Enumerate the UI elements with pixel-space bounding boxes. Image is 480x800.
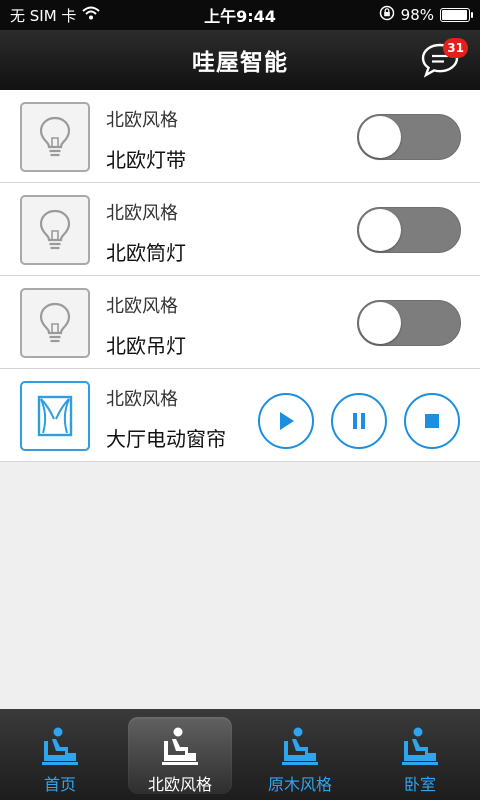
battery-fill xyxy=(442,10,468,20)
toggle-knob xyxy=(359,302,401,344)
tab-label: 原木风格 xyxy=(267,775,332,794)
wifi-icon xyxy=(82,6,101,24)
device-style: 北欧风格 xyxy=(106,296,178,317)
toggle-knob xyxy=(359,116,401,158)
toggle-knob xyxy=(359,209,401,251)
curtain-stop-button[interactable] xyxy=(404,393,460,449)
lightbulb-icon xyxy=(20,102,90,172)
power-toggle[interactable] xyxy=(357,114,461,160)
carrier-label: 无 SIM 卡 xyxy=(10,6,77,25)
tab-bedroom[interactable]: 卧室 xyxy=(360,709,480,800)
lightbulb-icon xyxy=(20,195,90,265)
chair-icon xyxy=(282,727,318,765)
app-header: 哇屋智能 31 xyxy=(0,30,480,90)
curtain-icon xyxy=(20,381,90,451)
tab-label: 卧室 xyxy=(403,775,436,794)
device-row: 北欧风格 北欧灯带 xyxy=(0,90,480,183)
messages-button[interactable]: 31 xyxy=(420,38,468,78)
chair-icon xyxy=(162,727,198,765)
tab-label: 首页 xyxy=(43,775,76,794)
curtain-pause-button[interactable] xyxy=(331,393,387,449)
tab-nordic-style[interactable]: 北欧风格 xyxy=(120,709,240,800)
device-row: 北欧风格 北欧筒灯 xyxy=(0,183,480,276)
message-count-badge: 31 xyxy=(443,38,468,58)
page-title: 哇屋智能 xyxy=(192,50,288,76)
chair-icon xyxy=(402,727,438,765)
device-style: 北欧风格 xyxy=(106,110,178,131)
battery-percent: 98% xyxy=(400,6,434,24)
power-toggle[interactable] xyxy=(357,207,461,253)
chair-icon xyxy=(42,727,78,765)
device-row: 北欧风格 大厅电动窗帘 xyxy=(0,369,480,462)
curtain-open-button[interactable] xyxy=(258,393,314,449)
battery-icon xyxy=(440,8,473,22)
tab-label: 北欧风格 xyxy=(147,775,212,794)
status-bar: 无 SIM 卡 上午9:44 98% xyxy=(0,0,480,30)
device-style: 北欧风格 xyxy=(106,389,178,410)
device-list: 北欧风格 北欧灯带 北欧风格 北欧筒灯 北欧风格 北欧吊灯 北欧风格 大厅电动窗… xyxy=(0,90,480,462)
tab-home[interactable]: 首页 xyxy=(0,709,120,800)
device-name: 北欧吊灯 xyxy=(106,334,186,358)
device-name: 北欧灯带 xyxy=(106,148,186,172)
device-row: 北欧风格 北欧吊灯 xyxy=(0,276,480,369)
stop-icon xyxy=(425,414,439,428)
rotation-lock-icon xyxy=(379,5,395,25)
pause-icon xyxy=(353,413,365,429)
device-name: 北欧筒灯 xyxy=(106,241,186,265)
status-time: 上午9:44 xyxy=(204,7,276,26)
status-right: 98% xyxy=(290,5,473,25)
bottom-tab-bar: 首页 北欧风格 原木风格 卧室 xyxy=(0,709,480,800)
play-icon xyxy=(280,412,294,430)
power-toggle[interactable] xyxy=(357,300,461,346)
status-left: 无 SIM 卡 xyxy=(10,5,190,26)
device-name: 大厅电动窗帘 xyxy=(106,427,226,451)
device-style: 北欧风格 xyxy=(106,203,178,224)
tab-wood-style[interactable]: 原木风格 xyxy=(240,709,360,800)
lightbulb-icon xyxy=(20,288,90,358)
